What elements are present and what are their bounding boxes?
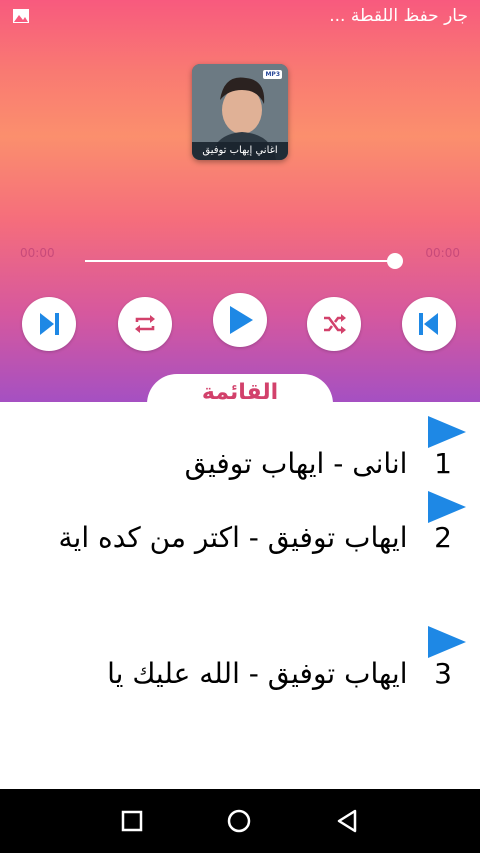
shuffle-icon bbox=[324, 314, 346, 334]
cover-caption: اغاني إيهاب توفيق bbox=[192, 142, 288, 160]
repeat-icon bbox=[135, 315, 155, 333]
elapsed-time: 00:00 bbox=[20, 246, 55, 260]
list-item[interactable]: 2 ايهاب توفيق - اكتر من كده اية bbox=[32, 494, 452, 582]
shuffle-button[interactable] bbox=[307, 297, 361, 351]
seek-thumb[interactable] bbox=[387, 253, 403, 269]
song-number: 2 bbox=[434, 521, 452, 554]
circle-home-icon[interactable] bbox=[226, 808, 252, 834]
play-button[interactable] bbox=[213, 293, 267, 347]
next-button[interactable] bbox=[22, 297, 76, 351]
navigation-bar bbox=[0, 789, 480, 853]
list-item[interactable]: 3 ايهاب توفيق - الله عليك يا bbox=[32, 630, 452, 708]
previous-button[interactable] bbox=[402, 297, 456, 351]
song-list: 1 انانى - ايهاب توفيق 2 ايهاب توفيق - اك… bbox=[0, 402, 480, 708]
repeat-button[interactable] bbox=[118, 297, 172, 351]
status-text: جار حفظ اللقطة ... bbox=[329, 6, 468, 26]
song-title: ايهاب توفيق - اكتر من كده اية bbox=[58, 521, 408, 554]
mp3-badge: MP3 bbox=[263, 70, 282, 79]
status-bar: جار حفظ اللقطة ... bbox=[0, 0, 480, 32]
song-title: انانى - ايهاب توفيق bbox=[184, 447, 408, 480]
total-time: 00:00 bbox=[425, 246, 460, 260]
song-number: 3 bbox=[434, 657, 452, 690]
song-number: 1 bbox=[434, 447, 452, 480]
skip-previous-icon bbox=[419, 313, 438, 335]
play-icon bbox=[230, 306, 253, 334]
image-icon bbox=[13, 9, 29, 23]
song-title: ايهاب توفيق - الله عليك يا bbox=[107, 657, 408, 690]
skip-next-icon bbox=[40, 313, 59, 335]
seek-bar[interactable] bbox=[85, 260, 397, 262]
album-cover: MP3 اغاني إيهاب توفيق bbox=[192, 64, 288, 160]
player-header: جار حفظ اللقطة ... MP3 اغاني إيهاب توفيق… bbox=[0, 0, 480, 434]
square-recent-icon[interactable] bbox=[121, 810, 143, 832]
triangle-back-icon[interactable] bbox=[335, 809, 359, 833]
